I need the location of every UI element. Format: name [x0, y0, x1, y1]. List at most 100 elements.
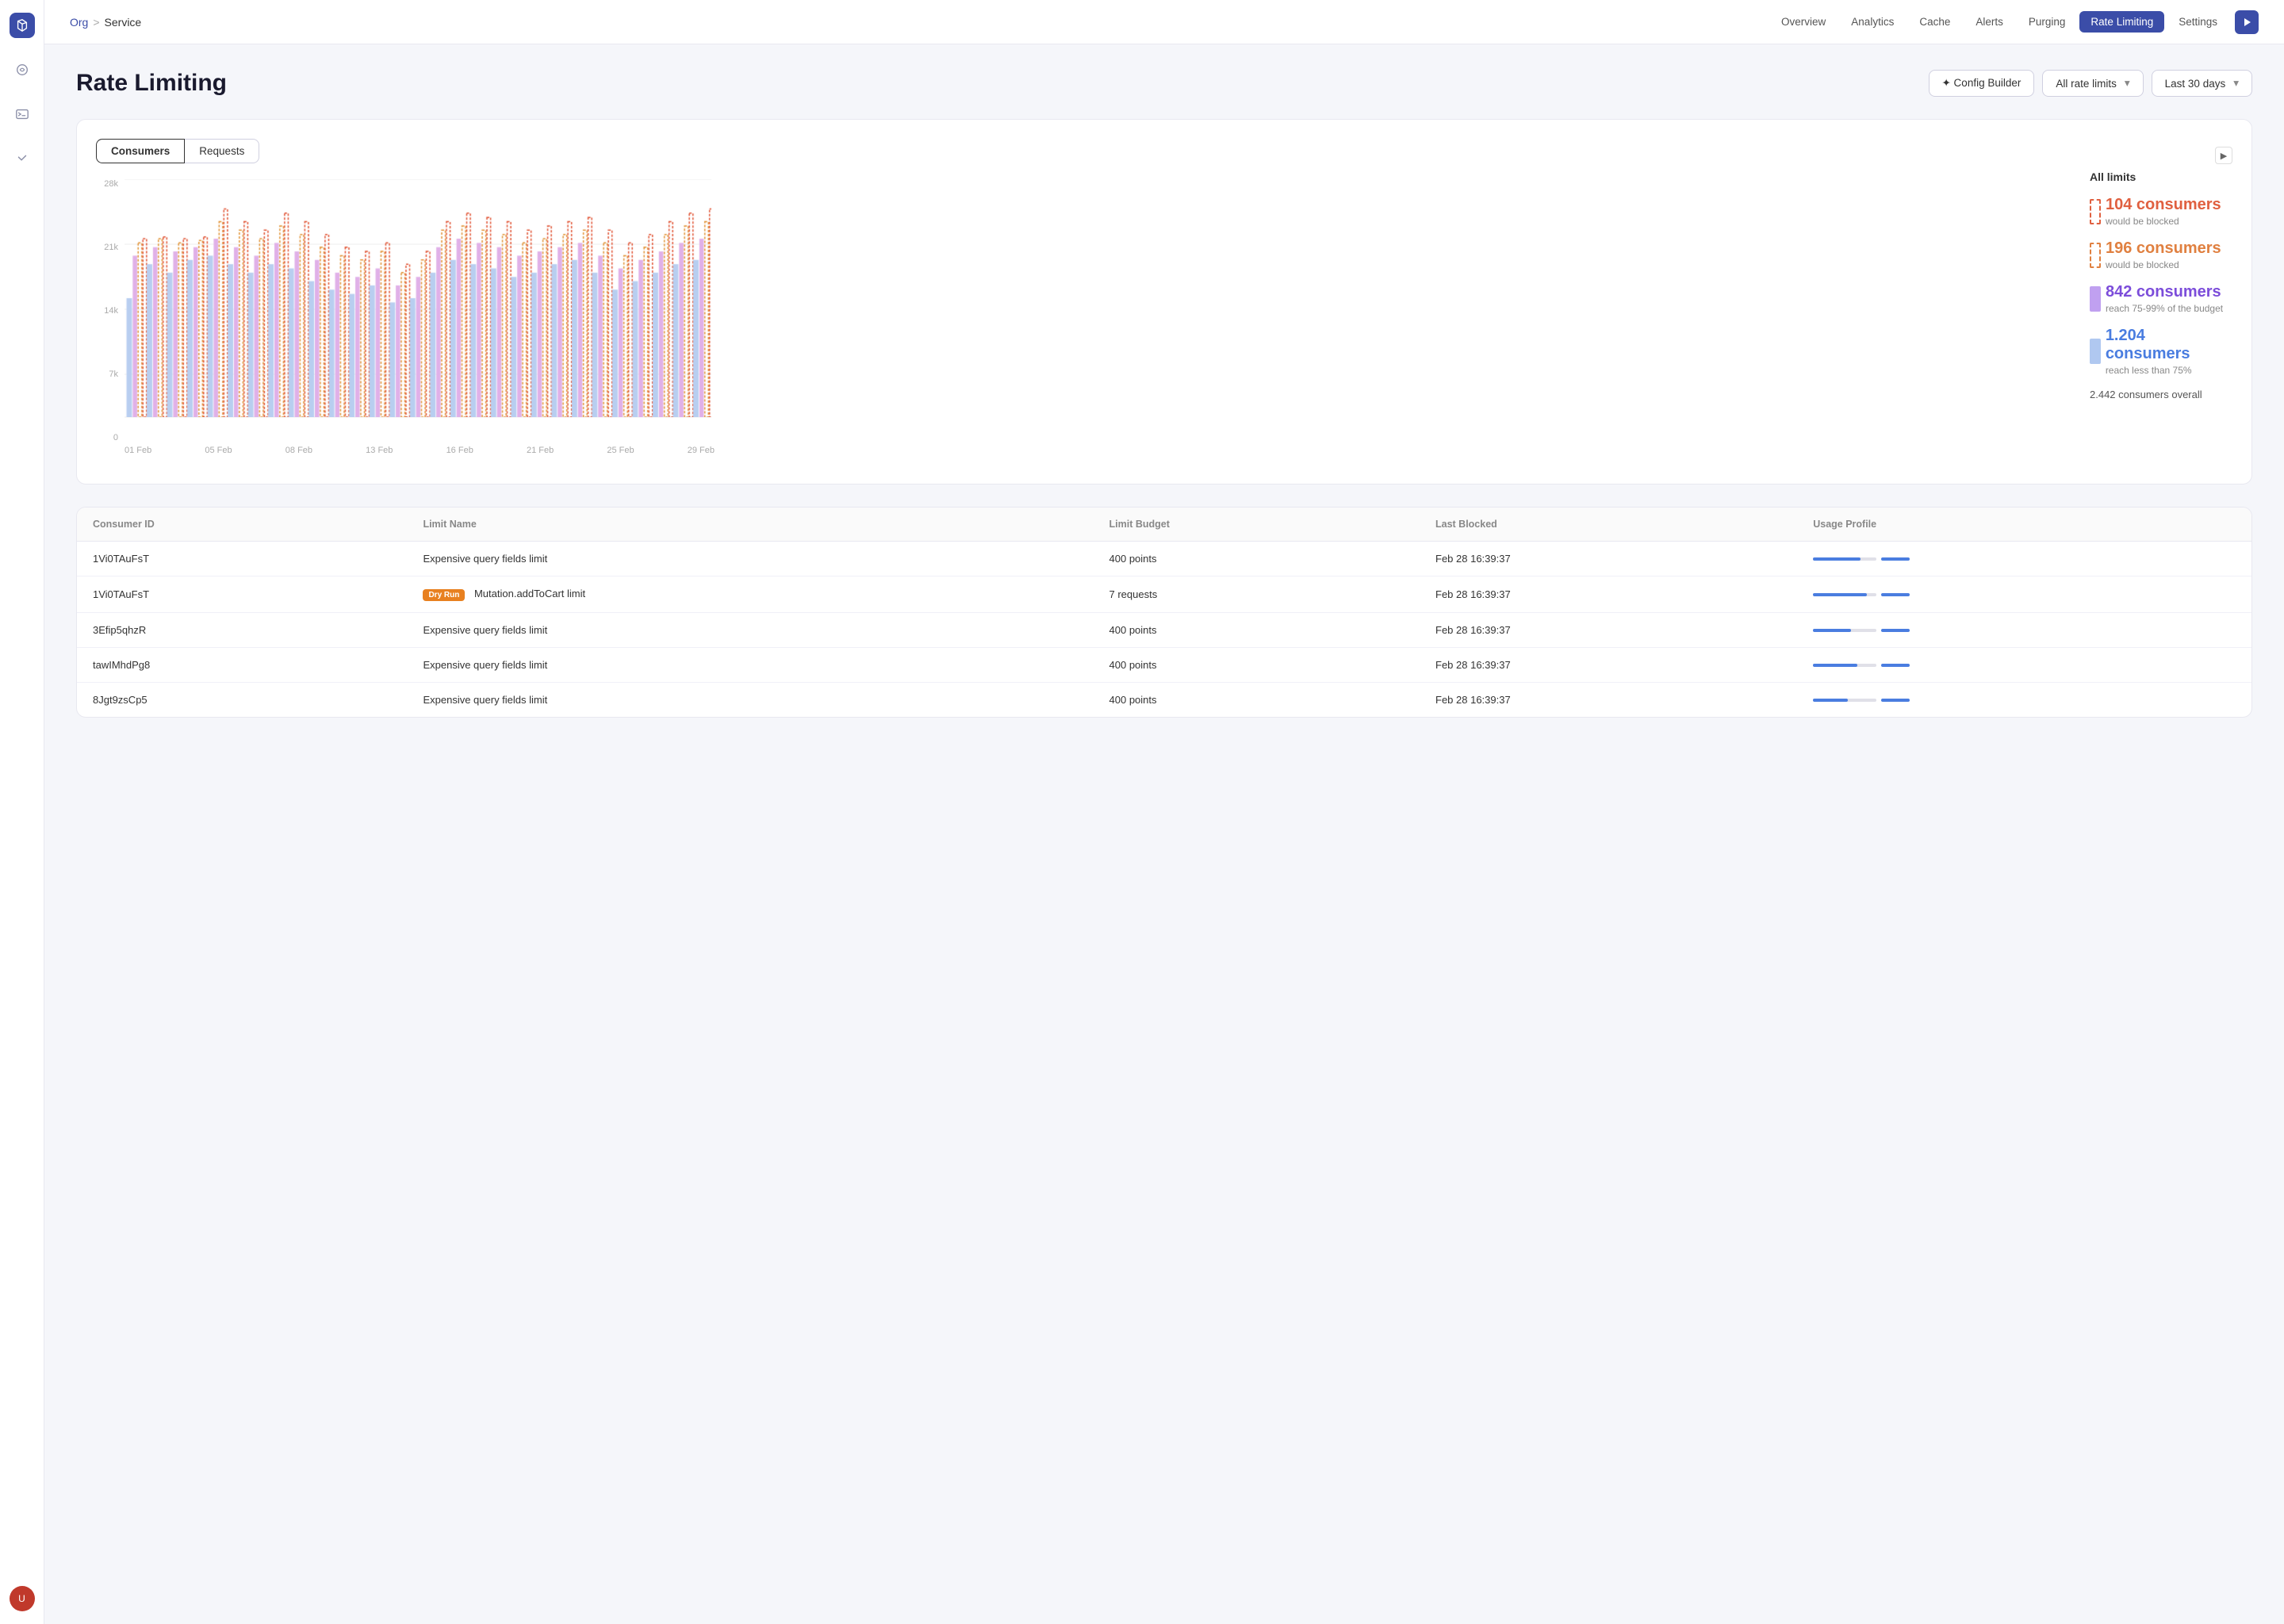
table-row: tawIMhdPg8 Expensive query fields limit … — [77, 648, 2251, 683]
cell-last-blocked: Feb 28 16:39:37 — [1420, 648, 1797, 683]
usage-bar-background — [1813, 557, 1876, 561]
x-label-08feb: 08 Feb — [286, 446, 312, 455]
legend-bar-blue — [2090, 339, 2101, 364]
chart-card: Consumers Requests 28k 21k 14k 7k 0 — [76, 119, 2252, 485]
legend-item-orange: 196 consumers would be blocked — [2090, 239, 2232, 270]
cell-consumer-id: 3Efip5qhzR — [77, 613, 407, 648]
table-row: 3Efip5qhzR Expensive query fields limit … — [77, 613, 2251, 648]
header: Org > Service Overview Analytics Cache A… — [44, 0, 2284, 44]
ai-assist-icon[interactable] — [10, 57, 35, 82]
legend-bar-orange — [2090, 243, 2101, 268]
cell-usage-profile — [1797, 648, 2251, 683]
cell-usage-profile — [1797, 683, 2251, 718]
user-avatar[interactable]: U — [10, 1586, 35, 1611]
usage-bar-extra — [1881, 699, 1910, 702]
tab-requests[interactable]: Requests — [185, 139, 259, 163]
nav-cache[interactable]: Cache — [1908, 11, 1961, 33]
legend-expand-icon[interactable]: ▶ — [2215, 147, 2232, 164]
cell-limit-budget: 400 points — [1094, 613, 1420, 648]
y-label-14k: 14k — [104, 306, 118, 316]
terminal-icon[interactable] — [10, 102, 35, 127]
y-label-28k: 28k — [104, 179, 118, 189]
y-label-7k: 7k — [109, 370, 118, 379]
usage-bar-fill — [1813, 593, 1867, 596]
cell-last-blocked: Feb 28 16:39:37 — [1420, 613, 1797, 648]
legend-item-blue: 1.204 consumers reach less than 75% — [2090, 327, 2232, 376]
cell-limit-budget: 400 points — [1094, 683, 1420, 718]
legend-count-red: 104 consumers — [2106, 196, 2221, 214]
all-rate-limits-button[interactable]: All rate limits ▾ — [2042, 70, 2143, 97]
usage-bar-background — [1813, 629, 1876, 632]
col-consumer-id: Consumer ID — [77, 508, 407, 542]
x-label-21feb: 21 Feb — [527, 446, 554, 455]
legend-title: All limits — [2090, 170, 2232, 183]
chevron-down-icon: ▾ — [2125, 77, 2130, 90]
page-title: Rate Limiting — [76, 70, 227, 97]
cell-limit-name: Expensive query fields limit — [407, 542, 1093, 576]
cell-consumer-id: 8Jgt9zsCp5 — [77, 683, 407, 718]
x-label-05feb: 05 Feb — [205, 446, 232, 455]
usage-bar-fill — [1813, 699, 1848, 702]
nav: Overview Analytics Cache Alerts Purging … — [1770, 10, 2259, 34]
cell-limit-name: Dry Run Mutation.addToCart limit — [407, 576, 1093, 613]
feedback-icon[interactable] — [10, 146, 35, 171]
dry-run-badge: Dry Run — [423, 589, 465, 601]
nav-alerts[interactable]: Alerts — [1964, 11, 2014, 33]
cell-limit-name: Expensive query fields limit — [407, 648, 1093, 683]
last-30-days-button[interactable]: Last 30 days ▾ — [2152, 70, 2252, 97]
breadcrumb-service[interactable]: Service — [105, 16, 142, 29]
legend-count-blue: 1.204 consumers — [2106, 327, 2232, 363]
col-limit-budget: Limit Budget — [1094, 508, 1420, 542]
tab-consumers[interactable]: Consumers — [96, 139, 185, 163]
x-label-13feb: 13 Feb — [366, 446, 393, 455]
legend-count-purple: 842 consumers — [2106, 283, 2223, 301]
play-button[interactable] — [2235, 10, 2259, 34]
nav-analytics[interactable]: Analytics — [1840, 11, 1905, 33]
cell-last-blocked: Feb 28 16:39:37 — [1420, 542, 1797, 576]
nav-settings[interactable]: Settings — [2167, 11, 2228, 33]
x-label-16feb: 16 Feb — [446, 446, 473, 455]
cell-limit-name: Expensive query fields limit — [407, 613, 1093, 648]
cell-limit-budget: 400 points — [1094, 542, 1420, 576]
nav-rate-limiting[interactable]: Rate Limiting — [2079, 11, 2164, 33]
bar-chart-canvas — [125, 179, 711, 417]
y-label-21k: 21k — [104, 243, 118, 252]
sidebar-bottom: U — [10, 1586, 35, 1611]
cell-usage-profile — [1797, 542, 2251, 576]
sidebar-logo[interactable] — [10, 13, 35, 38]
chart-legend: ▶ All limits 104 consumers would be bloc… — [2074, 139, 2232, 400]
usage-bar-extra — [1881, 593, 1910, 596]
usage-bar-background — [1813, 593, 1876, 596]
cell-usage-profile — [1797, 576, 2251, 613]
legend-desc-blue: reach less than 75% — [2106, 365, 2232, 376]
usage-bar-extra — [1881, 664, 1910, 667]
table-row: 1Vi0TAuFsT Expensive query fields limit … — [77, 542, 2251, 576]
legend-item-red: 104 consumers would be blocked — [2090, 196, 2232, 227]
nav-overview[interactable]: Overview — [1770, 11, 1837, 33]
cell-limit-budget: 400 points — [1094, 648, 1420, 683]
col-limit-name: Limit Name — [407, 508, 1093, 542]
legend-desc-purple: reach 75-99% of the budget — [2106, 303, 2223, 314]
nav-purging[interactable]: Purging — [2018, 11, 2077, 33]
y-label-0: 0 — [113, 433, 118, 442]
legend-item-purple: 842 consumers reach 75-99% of the budget — [2090, 283, 2232, 314]
usage-bar-extra — [1881, 629, 1910, 632]
page-header: Rate Limiting ✦ Config Builder All rate … — [76, 70, 2252, 97]
cell-consumer-id: 1Vi0TAuFsT — [77, 576, 407, 613]
table-card: Consumer ID Limit Name Limit Budget Last… — [76, 507, 2252, 718]
chart-tabs: Consumers Requests — [96, 139, 715, 163]
chevron-down-icon: ▾ — [2233, 77, 2239, 90]
cell-limit-budget: 7 requests — [1094, 576, 1420, 613]
usage-bar-extra — [1881, 557, 1910, 561]
col-usage-profile: Usage Profile — [1797, 508, 2251, 542]
legend-bar-red — [2090, 199, 2101, 224]
cell-last-blocked: Feb 28 16:39:37 — [1420, 683, 1797, 718]
legend-desc-red: would be blocked — [2106, 216, 2221, 227]
consumers-table: Consumer ID Limit Name Limit Budget Last… — [77, 508, 2251, 717]
usage-bar-background — [1813, 664, 1876, 667]
cell-usage-profile — [1797, 613, 2251, 648]
config-builder-button[interactable]: ✦ Config Builder — [1929, 70, 2035, 97]
cell-last-blocked: Feb 28 16:39:37 — [1420, 576, 1797, 613]
breadcrumb-org[interactable]: Org — [70, 16, 88, 29]
table-row: 8Jgt9zsCp5 Expensive query fields limit … — [77, 683, 2251, 718]
